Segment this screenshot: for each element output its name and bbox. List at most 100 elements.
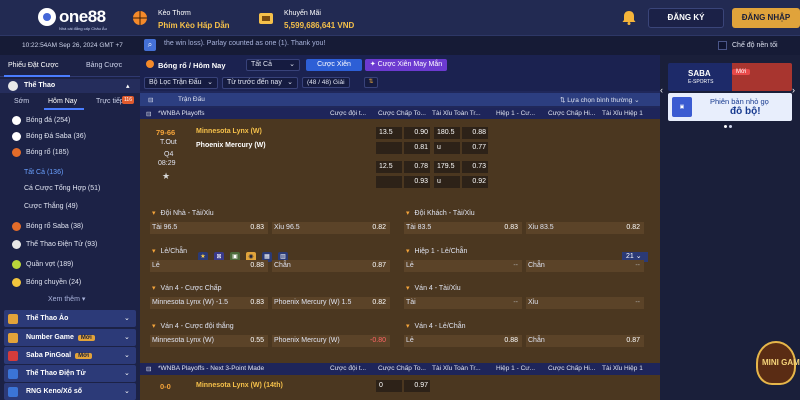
market-cell[interactable]: Xỉu 96.5 0.82 (272, 222, 390, 234)
market-cell[interactable]: Xỉu 83.5 0.82 (526, 222, 644, 234)
sidebar-item[interactable]: Bóng rổ Saba (38) (0, 219, 140, 235)
odds-cell[interactable]: 0.92 (462, 176, 488, 188)
sidebar-category[interactable]: Thể Thao Ảo ⌄ (4, 310, 136, 327)
odds-cell[interactable]: 13.5 (376, 127, 402, 139)
register-button[interactable]: ĐĂNG KÝ (648, 8, 724, 28)
odds-cell[interactable]: 0.97 (404, 380, 430, 392)
time-filter-value: Từ trước đến nay (227, 79, 282, 86)
odds-cell[interactable]: 0.93 (404, 176, 430, 188)
tab-today[interactable]: Hôm Nay (48, 98, 77, 105)
odds-cell[interactable]: u (434, 142, 460, 154)
odds-cell[interactable] (376, 142, 402, 154)
market-title[interactable]: ▾ Hiệp 1 - Lẻ/Chẵn (406, 247, 467, 255)
odds-cell[interactable]: 0.73 (462, 161, 488, 173)
odds-cell[interactable]: 0.88 (462, 127, 488, 139)
sidebar-category[interactable]: Number Game Mới ⌄ (4, 329, 136, 346)
sidebar-item[interactable]: Thể Thao Điện Tử (93) (0, 237, 140, 253)
market-cell[interactable]: Tài -- (404, 297, 522, 309)
odds-cell[interactable]: 179.5 (434, 161, 460, 173)
compact-version-banner[interactable]: ▣ Phiên bản nhỏ gọ đô bộ! (668, 93, 792, 121)
sidebar-category[interactable]: Saba PinGoal Mới ⌄ (4, 347, 136, 364)
night-mode-checkbox[interactable] (718, 41, 727, 50)
odds-cell[interactable]: 12.5 (376, 161, 402, 173)
sidebar-item[interactable]: Bóng chuyền (24) (0, 275, 140, 291)
league-filter-dropdown[interactable]: Bộ Lọc Trận Đấu ⌄ (144, 77, 218, 89)
market-cell[interactable]: Tài 83.5 0.83 (404, 222, 522, 234)
sidebar-subitem[interactable]: Cược Thắng (49) (0, 199, 140, 215)
odds-cell[interactable]: 0 (376, 380, 402, 392)
login-button[interactable]: ĐĂNG NHẬP (732, 8, 800, 28)
market-title[interactable]: ▾ Ván 4 - Cược Chấp (152, 284, 222, 292)
tab-live[interactable]: Trực tiếp (96, 98, 124, 105)
market-title[interactable]: ▾ Lẻ/Chẵn (152, 247, 187, 255)
search-icon[interactable]: ⌕ (144, 39, 156, 51)
saba-esports-banner[interactable]: SABA E-SPORTS Mới (668, 63, 792, 91)
chevron-down-icon: ▾ (406, 323, 410, 330)
odds-cell[interactable] (376, 176, 402, 188)
away-team[interactable]: Phoenix Mercury (W) (196, 142, 266, 149)
market-title[interactable]: ▾ Đội Nhà - Tài/Xỉu (152, 209, 214, 217)
carousel-dot[interactable] (729, 125, 732, 128)
market-cell[interactable]: Lẻ 0.88 (150, 260, 268, 272)
lucky-parlay-button[interactable]: ✦ Cược Xiên May Mắn (365, 59, 447, 71)
market-cell[interactable]: Lẻ -- (404, 260, 522, 272)
sidebar-subitem[interactable]: Cá Cược Tổng Hợp (51) (0, 181, 140, 197)
league-header-2[interactable]: ⊟ *WNBA Playoffs - Next 3-Point Made Cượ… (140, 363, 660, 375)
market-title[interactable]: ▾ Ván 4 - Lẻ/Chẵn (406, 322, 466, 330)
soccer-ball-icon (8, 81, 18, 91)
khuyen-mai-link[interactable]: Khuyến Mãi 5,599,686,641 VND (258, 8, 388, 32)
odds-cell[interactable]: 0.77 (462, 142, 488, 154)
see-more-link[interactable]: Xem thêm ▾ (48, 295, 85, 303)
one88-logo[interactable]: one88 Nhà cái đẳng cấp Châu Âu (38, 7, 120, 31)
chevron-down-icon: ⌄ (207, 79, 213, 86)
market-cell[interactable]: Minnesota Lynx (W) 0.55 (150, 335, 268, 347)
market-title[interactable]: ▾ Ván 4 - Cược đội thắng (152, 322, 234, 330)
chevron-right-icon[interactable]: › (792, 85, 800, 97)
collapse-icon[interactable]: ⊟ (148, 96, 153, 104)
carousel-dot[interactable] (724, 125, 727, 128)
home-team-2[interactable]: Minnesota Lynx (W) (14th) (196, 382, 283, 389)
sort-select[interactable]: ⇅ Lựa chọn bình thường ⌄ (560, 96, 640, 104)
keo-thom-link[interactable]: Kèo Thơm Phím Kèo Hấp Dẫn (132, 8, 252, 32)
odds-cell[interactable]: 0.90 (404, 127, 430, 139)
market-cell[interactable]: Chẵn 0.87 (272, 260, 390, 272)
market-cell[interactable]: Tài 96.5 0.83 (150, 222, 268, 234)
bell-icon[interactable] (622, 10, 636, 25)
mini-game-launcher[interactable]: MINI GAME (754, 341, 800, 393)
time-filter-dropdown[interactable]: Từ trước đến nay ⌄ (222, 77, 298, 89)
sidebar-category[interactable]: Thể Thao Điện Tử ⌄ (4, 365, 136, 382)
home-team[interactable]: Minnesota Lynx (W) (196, 128, 262, 135)
sidebar-item[interactable]: Quần vợt (189) (0, 257, 140, 273)
tab-early[interactable]: Sớm (14, 98, 29, 105)
collapse-league-icon[interactable]: ⊟ (146, 365, 151, 373)
market-title[interactable]: ▾ Đội Khách - Tài/Xỉu (406, 209, 475, 217)
sidebar-subitem[interactable]: Tất Cả (136) (0, 165, 140, 181)
favorite-star-icon[interactable]: ★ (162, 171, 170, 182)
market-cell[interactable]: Minnesota Lynx (W) -1.5 0.83 (150, 297, 268, 309)
odds-cell[interactable]: u (434, 176, 460, 188)
collapse-league-icon[interactable]: ⊟ (146, 110, 151, 118)
tab-bet-table[interactable]: Bảng Cược (86, 62, 122, 69)
odds-cell[interactable]: 0.81 (404, 142, 430, 154)
market-cell[interactable]: Phoenix Mercury (W) -0.80 (272, 335, 390, 347)
market-cell[interactable]: Xỉu -- (526, 297, 644, 309)
market-cell[interactable]: Chẵn 0.87 (526, 335, 644, 347)
basketball-icon (12, 148, 21, 157)
sidebar-item[interactable]: Bóng đá (254) (0, 113, 140, 129)
market-title[interactable]: ▾ Ván 4 - Tài/Xỉu (406, 284, 461, 292)
sidebar-item[interactable]: Bóng Đá Saba (36) (0, 129, 140, 145)
parlay-button[interactable]: Cược Xiên (306, 59, 362, 71)
odds-cell[interactable]: 0.78 (404, 161, 430, 173)
select-all-dropdown[interactable]: Tất Cả ⌄ (246, 59, 300, 71)
sort-icon[interactable]: ⇅ (364, 77, 378, 88)
sidebar-category[interactable]: RNG Keno/Xổ số ⌄ (4, 383, 136, 400)
market-cell[interactable]: Phoenix Mercury (W) 1.5 0.82 (272, 297, 390, 309)
chevron-left-icon[interactable]: ‹ (660, 85, 670, 97)
sport-header[interactable]: Thể Thao ▴ (0, 79, 140, 93)
market-cell[interactable]: Chẵn -- (526, 260, 644, 272)
sidebar-item[interactable]: Bóng rổ (185) (0, 145, 140, 161)
odds-cell[interactable]: 180.5 (434, 127, 460, 139)
tab-bet-slip[interactable]: Phiếu Đặt Cược (8, 62, 59, 69)
market-cell[interactable]: Lẻ 0.88 (404, 335, 522, 347)
pingoal-icon (8, 351, 18, 361)
